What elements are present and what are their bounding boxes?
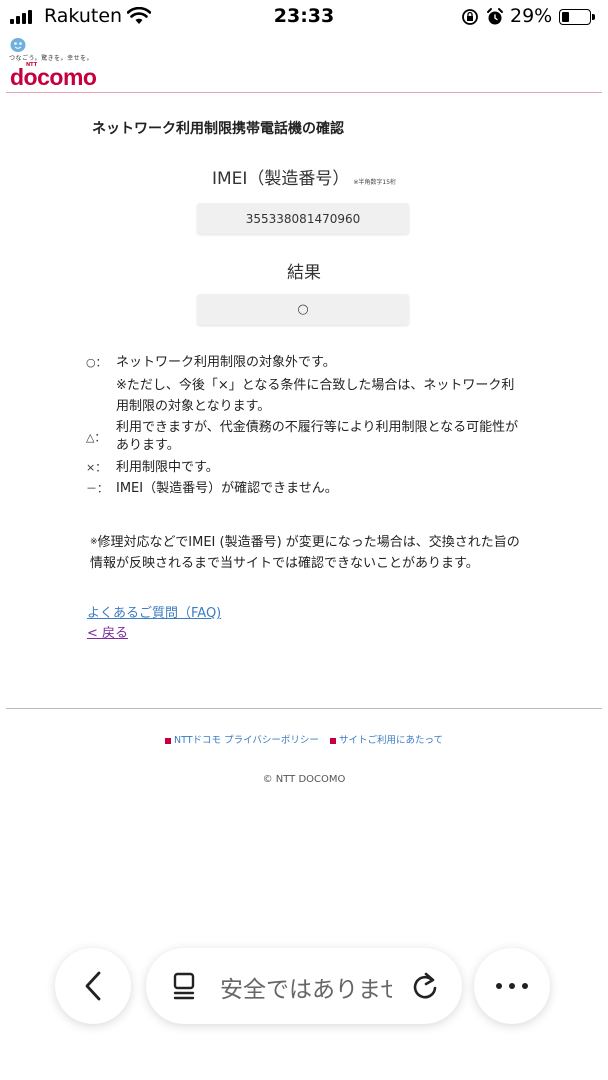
footer-links: NTTドコモ プライバシーポリシー サイトご利用にあたって	[0, 732, 608, 746]
result-field: ○	[197, 294, 409, 325]
bullet-square-icon	[165, 737, 172, 744]
legend-triangle-text: 利用できますが、代金債務の不履行等により利用制限となる可能性があります。	[116, 420, 519, 453]
faq-link[interactable]: よくあるご質問（FAQ)	[87, 602, 221, 621]
legend-item-circle: ○： ネットワーク利用制限の対象外です。	[86, 352, 526, 373]
battery-icon	[559, 9, 595, 25]
repair-note-text: 修理対応などでIMEI (製造番号) が変更になった場合は、交換された旨の情報が…	[90, 535, 520, 571]
repair-note-asterisk: ※	[90, 537, 98, 547]
footer-terms-label: サイトご利用にあたって	[338, 735, 443, 746]
imei-value: 355338081470960	[245, 211, 361, 226]
legend-triangle-symbol: △：	[86, 431, 106, 444]
imei-field[interactable]: 355338081470960	[197, 203, 409, 234]
reload-icon[interactable]	[410, 971, 440, 1001]
bullet-square-icon	[329, 737, 336, 744]
legend-circle-sub: ※ただし、今後「×」となる条件に合致した場合は、ネットワーク利用制限の対象となり…	[86, 375, 526, 417]
page-title: ネットワーク利用制限携帯電話機の確認	[92, 121, 344, 137]
result-value: ○	[297, 302, 309, 317]
orientation-lock-icon	[462, 9, 478, 25]
docomo-mascot-icon	[10, 38, 26, 52]
back-link[interactable]: < 戻る	[87, 622, 128, 641]
alarm-icon	[487, 8, 503, 25]
legend-circle-text: ネットワーク利用制限の対象外です。	[116, 355, 336, 370]
footer-divider	[6, 708, 602, 709]
legend-item-dash: －： IMEI（製造番号）が確認できません。	[86, 478, 526, 499]
browser-back-button[interactable]	[55, 948, 131, 1024]
copyright: © NTT DOCOMO	[262, 774, 346, 785]
legend-item-cross: ×： 利用制限中です。	[86, 457, 526, 478]
legend-circle-subtext: ※ただし、今後「×」となる条件に合致した場合は、ネットワーク利用制限の対象となり…	[116, 378, 515, 414]
address-bar[interactable]: 安全ではありません ip	[146, 948, 462, 1024]
status-bar: Rakuten 23:33 29%	[0, 0, 608, 34]
address-text: 安全ではありません ip	[220, 977, 392, 1003]
footer-privacy-label: NTTドコモ プライバシーポリシー	[174, 735, 319, 746]
repair-note: ※修理対応などでIMEI (製造番号) が変更になった場合は、交換された旨の情報…	[90, 532, 522, 574]
back-icon	[85, 971, 101, 1001]
footer-terms-link[interactable]: サイトご利用にあたって	[329, 735, 443, 746]
imei-label: IMEI（製造番号） ※半角数字15桁	[0, 164, 608, 189]
battery-percent: 29%	[510, 5, 553, 27]
legend-item-triangle: △： 利用できますが、代金債務の不履行等により利用制限となる可能性があります。	[86, 419, 526, 455]
footer-privacy-link[interactable]: NTTドコモ プライバシーポリシー	[165, 735, 319, 746]
legend-cross-text: 利用制限中です。	[116, 460, 219, 475]
logo-tagline: つなごう。驚きを。幸せを。	[9, 55, 94, 62]
legend-dash-symbol: －：	[86, 482, 108, 495]
imei-format-note: ※半角数字15桁	[353, 179, 397, 186]
more-icon	[496, 983, 528, 989]
imei-label-text: IMEI（製造番号）	[211, 169, 350, 189]
tabs-icon	[173, 972, 195, 1000]
legend-cross-symbol: ×：	[86, 461, 107, 474]
legend-dash-text: IMEI（製造番号）が確認できません。	[116, 481, 338, 496]
result-legend: ○： ネットワーク利用制限の対象外です。 ※ただし、今後「×」となる条件に合致し…	[86, 352, 526, 499]
header-divider	[6, 92, 602, 93]
result-label: 結果	[287, 263, 321, 283]
more-button[interactable]	[474, 948, 550, 1024]
docomo-logo[interactable]: docomo	[10, 64, 97, 91]
legend-circle-symbol: ○：	[86, 356, 107, 369]
